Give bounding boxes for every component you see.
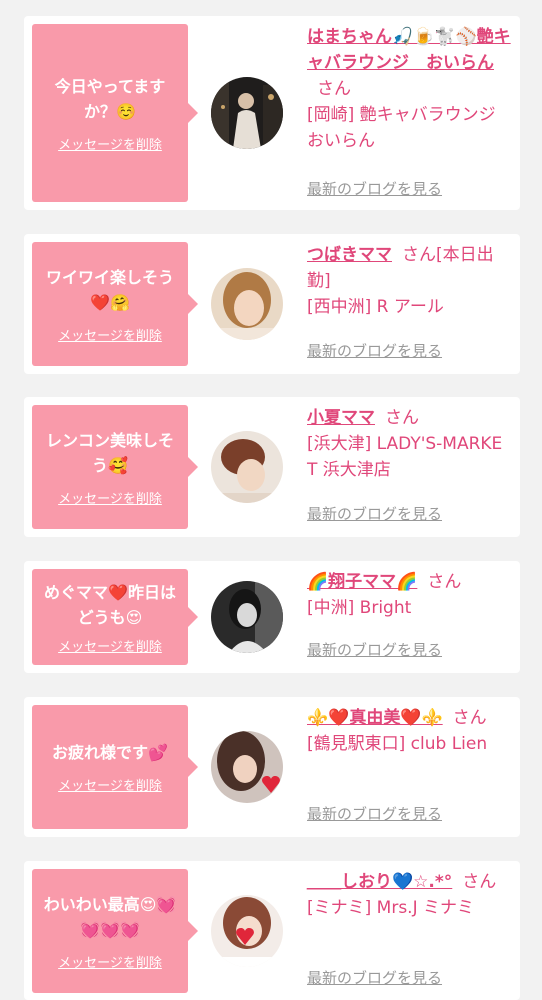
honorific-label: さん — [462, 872, 497, 892]
message-card: 今日やってますか？☺️ メッセージを削除 はまちゃん🎣🍺🐩⚾️艶キャバラウンジ … — [24, 16, 520, 210]
user-info: はまちゃん🎣🍺🐩⚾️艶キャバラウンジ おいらんさん [岡崎] 艶キャバラウンジ … — [307, 24, 512, 154]
user-name-link[interactable]: はまちゃん🎣🍺🐩⚾️艶キャバラウンジ おいらん — [307, 27, 511, 73]
latest-blog-link[interactable]: 最新のブログを見る — [307, 803, 442, 824]
avatar[interactable] — [211, 581, 283, 653]
delete-message-link[interactable]: メッセージを削除 — [58, 325, 162, 344]
message-bubble: レンコン美味しそう🥰 メッセージを削除 — [32, 405, 198, 529]
avatar[interactable] — [211, 77, 283, 149]
user-info: ＿＿しおり💙☆.*° さん [ミナミ] Mrs.J ミナミ — [307, 869, 512, 921]
user-name-link[interactable]: ＿＿しおり💙☆.*° — [307, 872, 452, 892]
message-text: 今日やってますか？☺️ — [54, 76, 166, 121]
shop-label: [西中洲] R アール — [307, 297, 444, 317]
avatar[interactable] — [211, 431, 283, 503]
message-bubble: ワイワイ楽しそう❤️🤗 メッセージを削除 — [32, 242, 198, 366]
message-card: お疲れ様です💕 メッセージを削除 ⚜️❤️真由美❤️⚜️ さん [鶴見駅東口] c… — [24, 697, 520, 837]
user-name-link[interactable]: 小夏ママ — [307, 408, 375, 428]
message-text: めぐママ❤️昨日はどうも😍 — [44, 582, 176, 627]
shop-label: [岡崎] 艶キャバラウンジ おいらん — [307, 105, 496, 151]
user-info: 🌈翔子ママ🌈 さん [中洲] Bright — [307, 569, 512, 621]
shop-label: [ミナミ] Mrs.J ミナミ — [307, 898, 475, 918]
latest-blog-link[interactable]: 最新のブログを見る — [307, 503, 442, 524]
latest-blog-link[interactable]: 最新のブログを見る — [307, 178, 442, 199]
latest-blog-link[interactable]: 最新のブログを見る — [307, 639, 442, 660]
avatar[interactable] — [211, 731, 283, 803]
honorific-label: さん — [317, 79, 351, 99]
user-info: 小夏ママ さん [浜大津] LADY'S-MARKET 浜大津店 — [307, 405, 512, 483]
shop-label: [中洲] Bright — [307, 598, 412, 618]
latest-blog-link[interactable]: 最新のブログを見る — [307, 967, 442, 988]
message-text: お疲れ様です💕 — [52, 743, 168, 762]
delete-message-link[interactable]: メッセージを削除 — [58, 488, 162, 507]
message-bubble: 今日やってますか？☺️ メッセージを削除 — [32, 24, 198, 202]
latest-blog-link[interactable]: 最新のブログを見る — [307, 340, 442, 361]
user-info: ⚜️❤️真由美❤️⚜️ さん [鶴見駅東口] club Lien — [307, 705, 512, 757]
message-card: ワイワイ楽しそう❤️🤗 メッセージを削除 つばきママ さん[本日出勤] [西中洲]… — [24, 234, 520, 374]
message-bubble: わいわい最高😍💓💓💓💓 メッセージを削除 — [32, 869, 198, 993]
message-text: レンコン美味しそう🥰 — [45, 430, 174, 475]
message-card: レンコン美味しそう🥰 メッセージを削除 小夏ママ さん [浜大津] LADY'S-… — [24, 397, 520, 537]
honorific-label: さん — [452, 708, 487, 728]
user-name-link[interactable]: つばきママ — [307, 245, 392, 265]
delete-message-link[interactable]: メッセージを削除 — [58, 775, 162, 794]
user-name-link[interactable]: ⚜️❤️真由美❤️⚜️ — [307, 708, 443, 728]
honorific-label: さん — [385, 408, 419, 428]
honorific-label: さん — [427, 572, 462, 592]
delete-message-link[interactable]: メッセージを削除 — [58, 134, 162, 153]
avatar[interactable] — [211, 895, 283, 967]
message-text: わいわい最高😍💓💓💓💓 — [43, 894, 177, 939]
shop-label: [浜大津] LADY'S-MARKET 浜大津店 — [307, 434, 503, 480]
message-bubble: めぐママ❤️昨日はどうも😍 メッセージを削除 — [32, 569, 198, 665]
message-text: ワイワイ楽しそう❤️🤗 — [45, 267, 174, 312]
message-card: めぐママ❤️昨日はどうも😍 メッセージを削除 🌈翔子ママ🌈 さん [中洲] Bri… — [24, 561, 520, 673]
message-card: わいわい最高😍💓💓💓💓 メッセージを削除 ＿＿しおり💙☆.*° さん [ミナミ] … — [24, 861, 520, 1000]
message-bubble: お疲れ様です💕 メッセージを削除 — [32, 705, 198, 829]
delete-message-link[interactable]: メッセージを削除 — [58, 636, 162, 655]
avatar[interactable] — [211, 268, 283, 340]
shop-label: [鶴見駅東口] club Lien — [307, 734, 488, 754]
user-name-link[interactable]: 🌈翔子ママ🌈 — [307, 572, 417, 592]
delete-message-link[interactable]: メッセージを削除 — [58, 952, 162, 971]
user-info: つばきママ さん[本日出勤] [西中洲] R アール — [307, 242, 512, 320]
